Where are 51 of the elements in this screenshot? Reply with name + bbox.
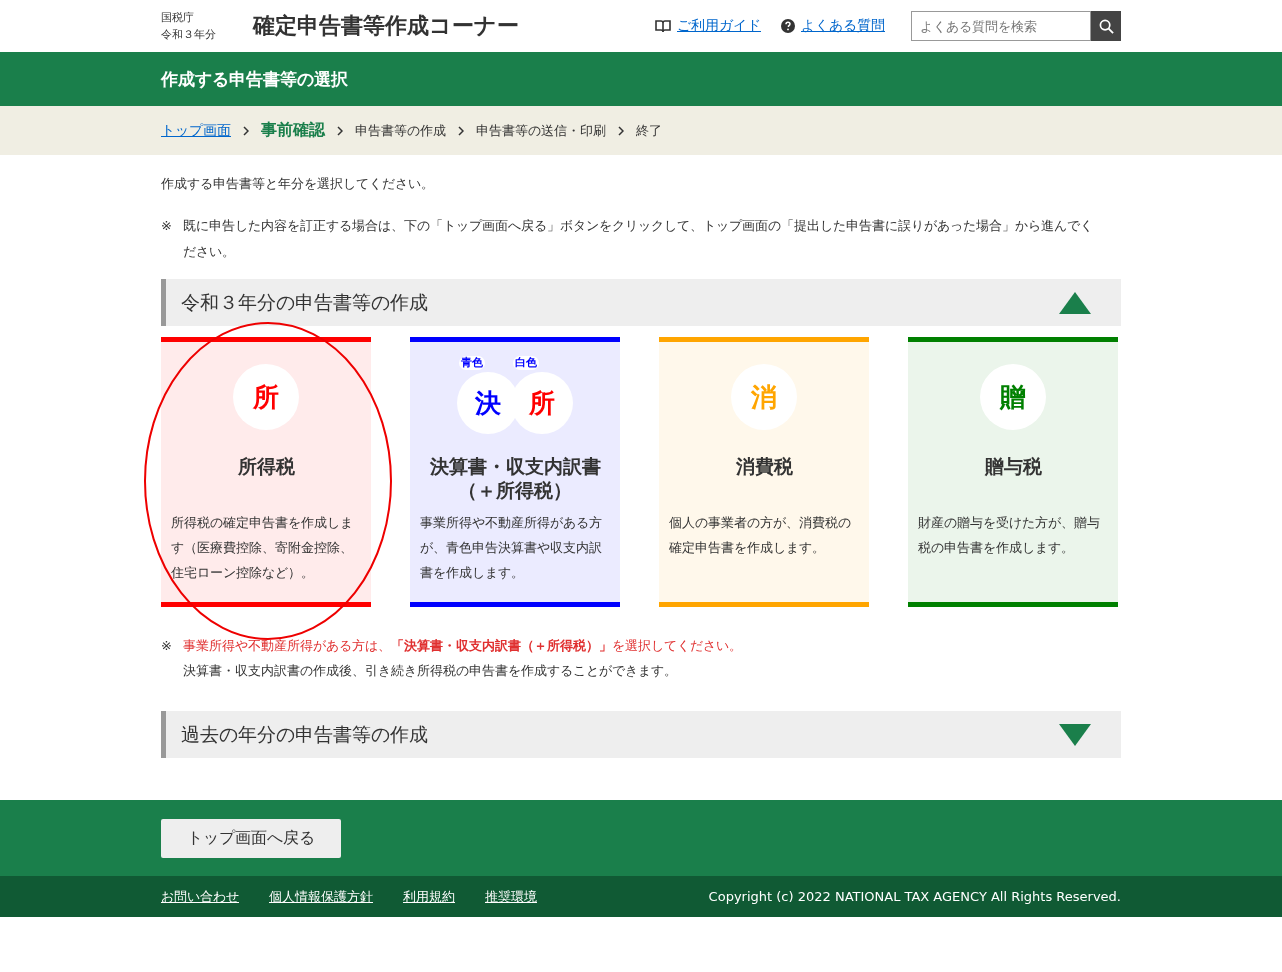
card-description: 所得税の確定申告書を作成します（医療費控除、寄附金控除、住宅ローン控除など）。 — [171, 514, 354, 582]
note-text: 事業所得や不動産所得がある方は、「決算書・収支内訳書（＋所得税）」を選択してください。 — [183, 637, 742, 655]
type-tag: 青色 — [459, 356, 485, 370]
tax-card[interactable]: 贈 贈与税 財産の贈与を受けた方が、贈与税の申告書を作成します。 — [908, 337, 1118, 607]
breadcrumb-link[interactable]: トップ画面 — [161, 121, 231, 140]
agency-name: 国税庁 — [161, 10, 195, 26]
search-field[interactable]: よくある質問を検索 — [911, 11, 1091, 41]
type-tag: 白色 — [513, 356, 539, 370]
header-link[interactable]: ご利用ガイド — [677, 17, 761, 35]
section-header[interactable]: 過去の年分の申告書等の作成 — [161, 711, 1121, 758]
breadcrumb-current: 事前確認 — [261, 120, 325, 141]
note-text: 既に申告した内容を訂正する場合は、下の「トップ画面へ戻る」ボタンをクリックして、トップ画面の「提出した申告書に誤りがあった場合」から進んでください。 — [183, 217, 1094, 261]
breadcrumb-step: 終了 — [636, 121, 662, 140]
site-title: 確定申告書等作成コーナー — [253, 12, 520, 40]
tax-card[interactable]: 所 所得税 所得税の確定申告書を作成します（医療費控除、寄附金控除、住宅ローン控除など）。 — [161, 337, 371, 607]
note-text: 決算書・収支内訳書の作成後、引き続き所得税の申告書を作成することができます。 — [183, 662, 677, 680]
tax-card[interactable]: 青色 決 白色 所 決算書・収支内訳書（＋所得税） 事業所得や不動産所得がある方が、青色申告決算書や収支内訳書を作成します。 — [410, 337, 620, 607]
footer-link[interactable]: 推奨環境 — [485, 887, 537, 906]
note-mark: ※ — [161, 217, 173, 235]
card-title: 所得税 — [237, 454, 295, 479]
book-icon — [655, 19, 671, 33]
tax-year: 令和３年分 — [161, 27, 217, 43]
card-description: 事業所得や不動産所得がある方が、青色申告決算書や収支内訳書を作成します。 — [420, 514, 603, 582]
tax-card[interactable]: 消 消費税 個人の事業者の方が、消費税の確定申告書を作成します。 — [659, 337, 869, 607]
card-description: 財産の贈与を受けた方が、贈与税の申告書を作成します。 — [918, 514, 1101, 557]
search-button[interactable] — [1091, 11, 1121, 41]
tax-symbol: 消 — [731, 364, 797, 430]
page-title: 作成する申告書等の選択 — [161, 67, 349, 91]
search-icon — [1098, 18, 1114, 34]
section-header[interactable]: 令和３年分の申告書等の作成 — [161, 279, 1121, 326]
card-title: 決算書・収支内訳書（＋所得税） — [428, 454, 602, 502]
copyright-text: Copyright (c) 2022 NATIONAL TAX AGENCY All Rights Reserved. — [708, 889, 1121, 904]
note-mark: ※ — [161, 637, 173, 655]
card-description: 個人の事業者の方が、消費税の確定申告書を作成します。 — [669, 514, 852, 557]
footer-link[interactable]: お問い合わせ — [161, 887, 239, 906]
breadcrumb-step: 申告書等の送信・印刷 — [476, 121, 606, 140]
chevron-icon — [458, 125, 464, 136]
card-title: 消費税 — [735, 454, 793, 479]
header-link[interactable]: よくある質問 — [801, 17, 885, 35]
tax-symbol: 贈 — [980, 364, 1046, 430]
instruction-text: 作成する申告書等と年分を選択してください。 — [161, 175, 435, 193]
back-button[interactable]: トップ画面へ戻る — [161, 818, 341, 858]
help-icon — [781, 19, 795, 33]
breadcrumb-step: 申告書等の作成 — [355, 121, 446, 140]
footer-link[interactable]: 個人情報保護方針 — [269, 887, 373, 906]
tax-symbol: 所 — [233, 364, 299, 430]
footer-link[interactable]: 利用規約 — [403, 887, 455, 906]
chevron-icon — [243, 125, 249, 136]
card-title: 贈与税 — [984, 454, 1042, 479]
chevron-icon — [618, 125, 624, 136]
chevron-icon — [337, 125, 343, 136]
